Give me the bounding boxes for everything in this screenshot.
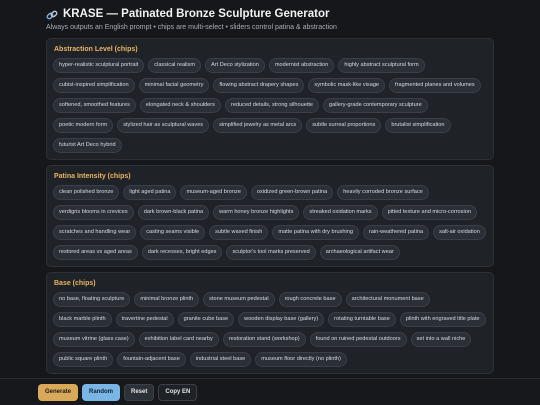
- chip[interactable]: subtle waxed finish: [209, 225, 269, 240]
- chip[interactable]: exhibition label card nearby: [138, 332, 219, 347]
- chip[interactable]: granite cube base: [177, 312, 235, 327]
- chip[interactable]: public square plinth: [53, 352, 114, 367]
- chip[interactable]: futurist Art Deco hybrid: [53, 138, 122, 153]
- title-row: KRASE — Patinated Bronze Sculpture Gener…: [46, 8, 530, 20]
- chip[interactable]: minimal bronze plinth: [134, 292, 200, 307]
- chip[interactable]: elongated neck & shoulders: [139, 98, 221, 113]
- page-subtitle: Always outputs an English prompt • chips…: [46, 24, 337, 31]
- chip[interactable]: brutalist simplification: [385, 118, 451, 133]
- chip[interactable]: modernist abstraction: [268, 58, 335, 73]
- chip[interactable]: no base, floating sculpture: [53, 292, 131, 307]
- chip[interactable]: dark brown-black patina: [137, 205, 210, 220]
- generate-button[interactable]: Generate: [38, 383, 79, 401]
- abstraction-panel: Abstraction Level (chips) hyper-realisti…: [46, 38, 494, 160]
- chip[interactable]: verdigris blooms in crevices: [53, 205, 134, 220]
- chip[interactable]: warm honey bronze highlights: [213, 205, 300, 220]
- chip[interactable]: restoration stand (workshop): [222, 332, 306, 347]
- chip[interactable]: oxidized green-brown patina: [250, 185, 334, 200]
- chip[interactable]: black marble plinth: [53, 312, 112, 327]
- copy-en-button[interactable]: Copy EN: [158, 383, 198, 401]
- main-scroll-area[interactable]: Abstraction Level (chips) hyper-realisti…: [46, 38, 494, 378]
- chip[interactable]: highly abstract sculptural form: [338, 58, 425, 73]
- chip[interactable]: reduced details, strong silhouette: [224, 98, 320, 113]
- chip[interactable]: simplified jewelry as metal arcs: [213, 118, 303, 133]
- patina-chips: clean polished bronze light aged patina mu…: [53, 185, 487, 260]
- base-panel: Base (chips) no base, floating sculpture…: [46, 272, 494, 374]
- chip[interactable]: architectural monument base: [345, 292, 430, 307]
- chip[interactable]: fountain-adjacent base: [117, 352, 186, 367]
- chip[interactable]: salt-air oxidation: [433, 225, 486, 240]
- chip[interactable]: rain-weathered patina: [362, 225, 430, 240]
- chip[interactable]: streaked oxidation marks: [303, 205, 378, 220]
- base-title: Base (chips): [54, 280, 96, 287]
- chip[interactable]: clean polished bronze: [53, 185, 120, 200]
- chip[interactable]: sculptor's tool marks preserved: [226, 245, 316, 260]
- chip[interactable]: travertine pedestal: [115, 312, 174, 327]
- chip[interactable]: industrial steel base: [189, 352, 252, 367]
- chip[interactable]: set into a wall niche: [410, 332, 472, 347]
- random-button[interactable]: Random: [82, 383, 121, 401]
- chip[interactable]: flowing abstract drapery shapes: [213, 78, 305, 93]
- chip[interactable]: light aged patina: [123, 185, 177, 200]
- footer-toolbar: Generate Random Reset Copy EN: [0, 378, 540, 405]
- chip[interactable]: cubist-inspired simplification: [53, 78, 135, 93]
- chip[interactable]: Art Deco stylization: [205, 58, 265, 73]
- chip[interactable]: dark recesses, bright edges: [141, 245, 223, 260]
- chip[interactable]: symbolic mask-like visage: [308, 78, 386, 93]
- chip[interactable]: restored areas vs aged areas: [53, 245, 138, 260]
- link-icon: [46, 8, 58, 20]
- patina-title: Patina Intensity (chips): [54, 173, 131, 180]
- patina-panel: Patina Intensity (chips) clean polished …: [46, 165, 494, 267]
- chip[interactable]: rotating turntable base: [328, 312, 396, 327]
- chip[interactable]: museum-aged bronze: [180, 185, 247, 200]
- chip[interactable]: rough concrete base: [278, 292, 342, 307]
- chip[interactable]: wooden display base (gallery): [238, 312, 325, 327]
- reset-button[interactable]: Reset: [124, 383, 155, 401]
- chip[interactable]: fragmented planes and volumes: [389, 78, 481, 93]
- chip[interactable]: gallery-grade contemporary sculpture: [323, 98, 428, 113]
- chip[interactable]: subtle surreal proportions: [306, 118, 382, 133]
- abstraction-chips: hyper-realistic sculptural portrait class…: [53, 58, 487, 153]
- abstraction-title: Abstraction Level (chips): [54, 46, 138, 53]
- chip[interactable]: minimal facial geometry: [138, 78, 210, 93]
- base-chips: no base, floating sculpture minimal bronz…: [53, 292, 487, 367]
- page-title: KRASE — Patinated Bronze Sculpture Gener…: [63, 8, 330, 20]
- chip[interactable]: poetic modern form: [53, 118, 114, 133]
- chip[interactable]: museum vitrine (glass case): [53, 332, 135, 347]
- chip[interactable]: matte patina with dry brushing: [272, 225, 359, 240]
- chip[interactable]: stylized hair as sculptural waves: [117, 118, 210, 133]
- chip[interactable]: heavily corroded bronze surface: [337, 185, 429, 200]
- chip[interactable]: stone museum pedestal: [203, 292, 275, 307]
- chip[interactable]: hyper-realistic sculptural portrait: [53, 58, 145, 73]
- chip[interactable]: pitted texture and micro-corrosion: [381, 205, 477, 220]
- chip[interactable]: plinth with engraved title plate: [399, 312, 486, 327]
- chip[interactable]: museum floor directly (no plinth): [255, 352, 347, 367]
- chip[interactable]: scratches and handling wear: [53, 225, 137, 240]
- chip[interactable]: archaeological artifact wear: [319, 245, 400, 260]
- chip[interactable]: found on ruined pedestal outdoors: [309, 332, 407, 347]
- chip[interactable]: casting seams visible: [140, 225, 206, 240]
- header: KRASE — Patinated Bronze Sculpture Gener…: [46, 8, 530, 31]
- chip[interactable]: softened, smoothed features: [53, 98, 136, 113]
- chip[interactable]: classical realism: [148, 58, 201, 73]
